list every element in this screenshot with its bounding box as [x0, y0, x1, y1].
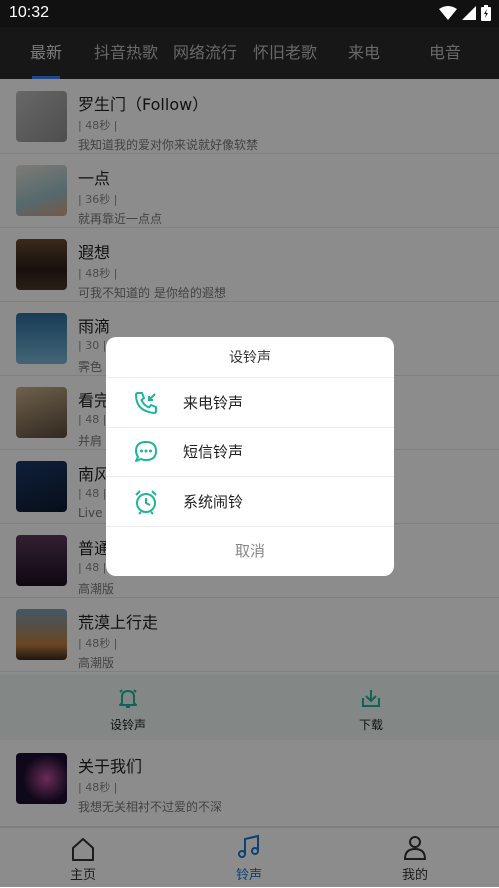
wifi-icon	[439, 6, 457, 20]
option-label: 来电铃声	[183, 394, 244, 412]
option-label: 系统闹铃	[183, 493, 244, 511]
message-icon	[135, 441, 157, 462]
set-ringtone-dialog: 设铃声 来电铃声 短信铃声 系统闹铃 取消	[106, 337, 394, 576]
option-incoming-call-ringtone[interactable]: 来电铃声	[106, 377, 394, 428]
option-system-alarm[interactable]: 系统闹铃	[106, 477, 394, 527]
cancel-button[interactable]: 取消	[106, 527, 394, 576]
option-label: 短信铃声	[183, 443, 244, 461]
dialog-title: 设铃声	[229, 350, 271, 366]
status-time: 10:32	[9, 4, 50, 21]
phone-incoming-icon	[135, 392, 157, 414]
signal-icon	[462, 6, 476, 20]
alarm-clock-icon	[135, 490, 157, 515]
battery-icon	[481, 5, 491, 21]
option-sms-ringtone[interactable]: 短信铃声	[106, 427, 394, 477]
status-bar: 10:32	[0, 0, 499, 27]
